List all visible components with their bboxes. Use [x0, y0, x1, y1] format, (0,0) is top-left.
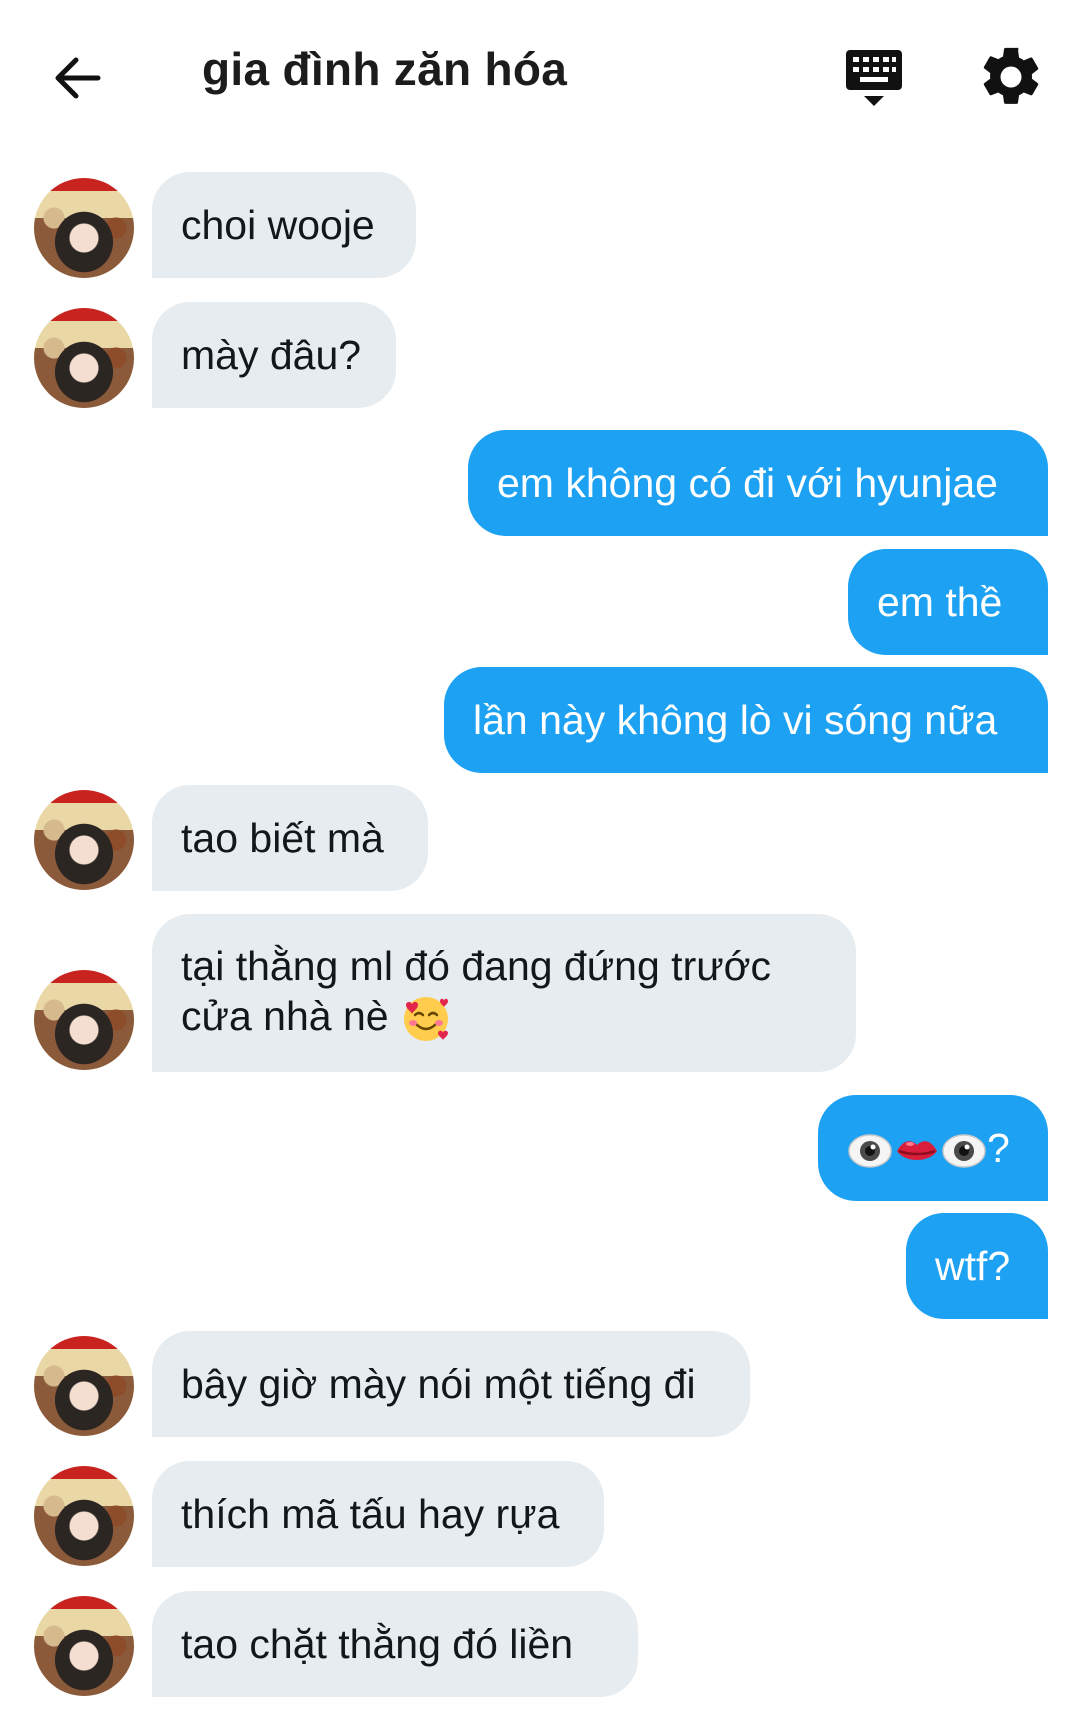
avatar[interactable] — [34, 1596, 134, 1696]
message-text: choi wooje — [181, 202, 375, 248]
smiling-face-with-hearts-icon — [403, 997, 448, 1042]
message-bubble-incoming[interactable]: tao chặt thằng đó liền — [152, 1591, 638, 1697]
message-text: em thề — [877, 579, 1003, 625]
message-text: bây giờ mày nói một tiếng đi — [181, 1361, 696, 1407]
avatar[interactable] — [34, 1466, 134, 1566]
settings-button[interactable] — [976, 42, 1046, 112]
back-arrow-icon — [55, 57, 101, 99]
message-bubble-incoming[interactable]: mày đâu? — [152, 302, 396, 408]
message-bubble-outgoing[interactable]: lần này không lò vi sóng nữa — [444, 667, 1048, 773]
message-text: ? — [987, 1125, 1010, 1171]
conversation-header: gia đình zăn hóa — [0, 0, 1080, 150]
message-text: thích mã tấu hay rựa — [181, 1491, 560, 1537]
message-bubble-incoming[interactable]: tại thằng ml đó đang đứng trước cửa nhà … — [152, 914, 856, 1072]
message-text-line1: tại thằng ml đó đang đứng trước — [181, 943, 772, 989]
mouth-icon — [897, 1141, 937, 1161]
avatar[interactable] — [34, 178, 134, 278]
message-bubble-incoming[interactable]: bây giờ mày nói một tiếng đi — [152, 1331, 750, 1437]
avatar[interactable] — [34, 970, 134, 1070]
message-bubble-incoming[interactable]: thích mã tấu hay rựa — [152, 1461, 604, 1567]
message-bubble-outgoing[interactable]: em không có đi với hyunjae — [468, 430, 1048, 536]
eye-icon — [942, 1134, 986, 1168]
gear-icon — [983, 47, 1039, 104]
keyboard-button[interactable] — [842, 46, 906, 110]
message-text: em không có đi với hyunjae — [497, 460, 998, 506]
avatar[interactable] — [34, 1336, 134, 1436]
avatar[interactable] — [34, 308, 134, 408]
conversation-title: gia đình zăn hóa — [202, 43, 568, 95]
message-bubble-outgoing[interactable]: em thề — [848, 549, 1048, 655]
avatar[interactable] — [34, 790, 134, 890]
back-button[interactable] — [48, 46, 112, 110]
message-bubble-outgoing[interactable]: wtf? — [906, 1213, 1048, 1319]
message-bubble-incoming[interactable]: choi wooje — [152, 172, 416, 278]
message-text: lần này không lò vi sóng nữa — [473, 697, 998, 743]
message-text: mày đâu? — [181, 332, 362, 378]
message-bubble-outgoing[interactable]: ? — [818, 1095, 1048, 1201]
message-text: tao chặt thằng đó liền — [181, 1621, 574, 1667]
message-text-line2: cửa nhà nè — [181, 993, 389, 1039]
keyboard-icon — [846, 50, 902, 106]
message-bubble-incoming[interactable]: tao biết mà — [152, 785, 428, 891]
message-text: tao biết mà — [181, 815, 384, 861]
message-text: wtf? — [935, 1243, 1011, 1289]
eye-icon — [848, 1134, 892, 1168]
